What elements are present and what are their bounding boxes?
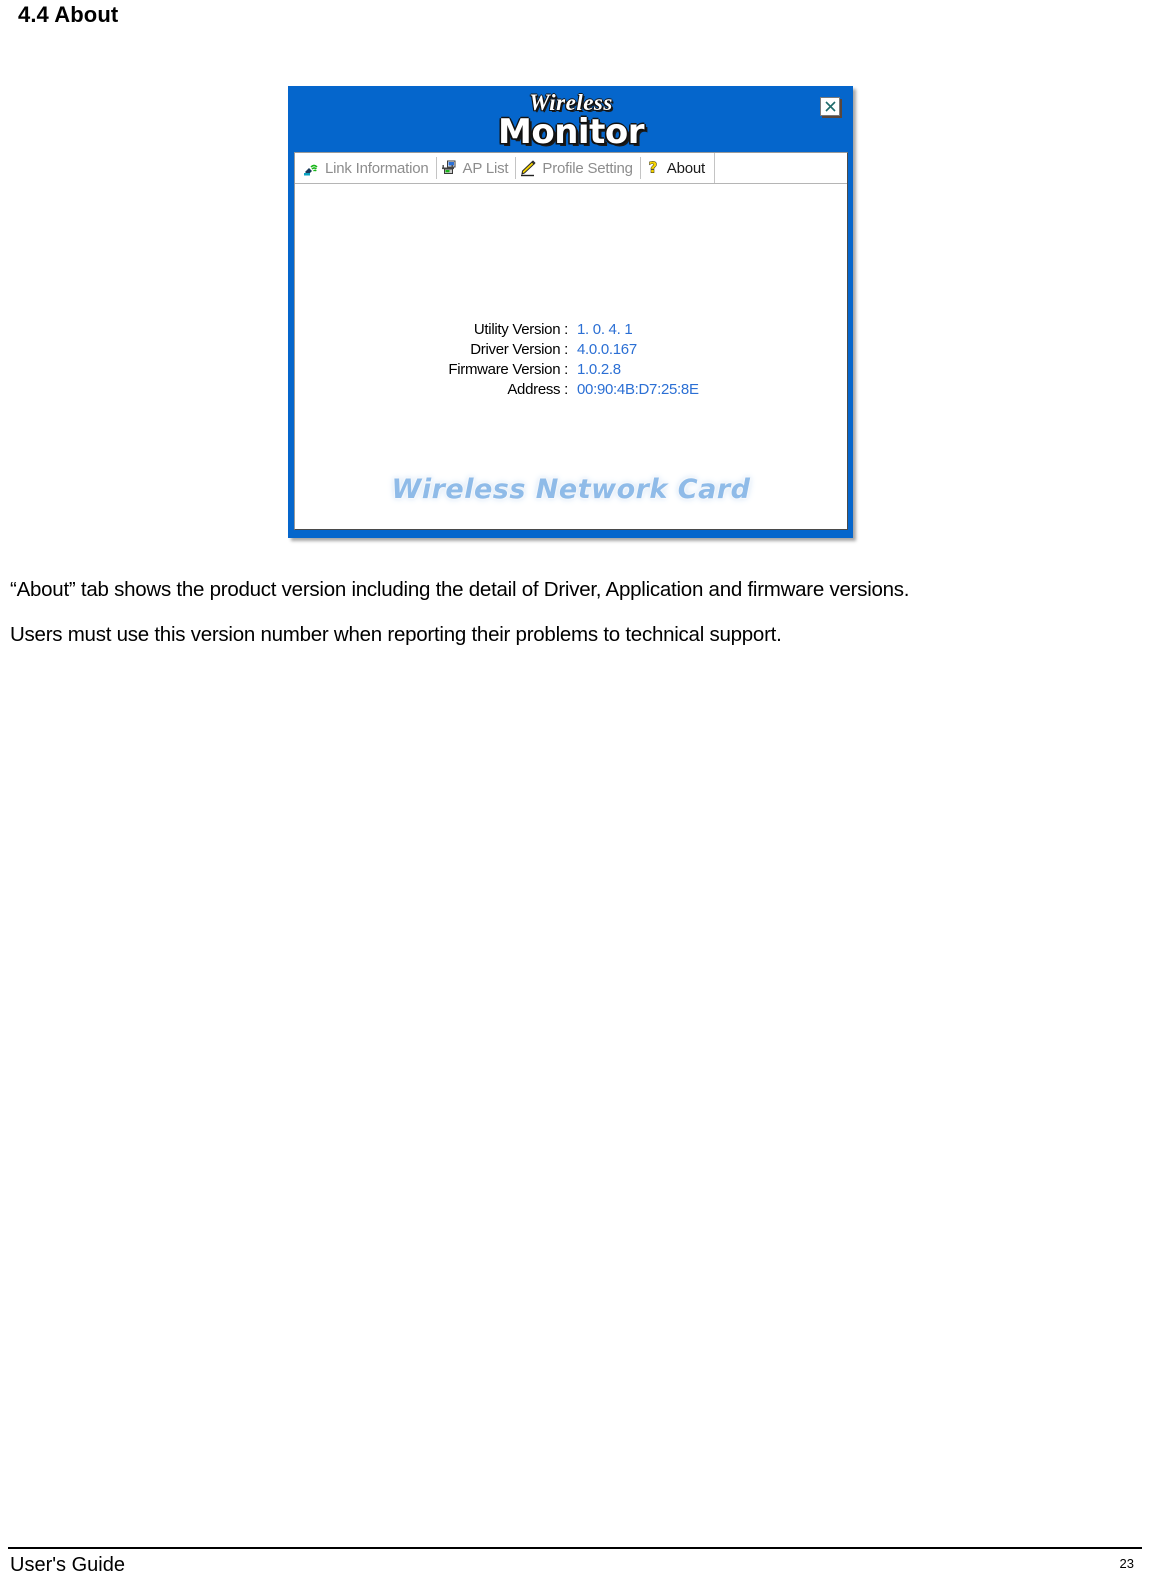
wireless-signal-icon xyxy=(304,164,318,176)
close-button[interactable] xyxy=(820,97,840,116)
svg-text:?: ? xyxy=(648,159,657,177)
tab-link-information[interactable]: Link Information xyxy=(298,153,436,183)
description-paragraph-2: Users must use this version number when … xyxy=(10,623,782,646)
app-logo-line2: Monitor xyxy=(498,112,644,152)
tab-about[interactable]: ? About xyxy=(639,153,712,183)
tab-profile-setting[interactable]: Profile Setting xyxy=(515,153,639,183)
about-info-table: Utility Version : 1. 0. 4. 1 Driver Vers… xyxy=(295,321,847,398)
firmware-version-value: 1.0.2.8 xyxy=(577,361,621,378)
pencil-profile-icon xyxy=(521,160,536,177)
page-number: 23 xyxy=(1119,1556,1134,1571)
wireless-monitor-window: Wireless Monitor Link Information AP Lis… xyxy=(288,86,853,538)
footer-label: User's Guide xyxy=(10,1554,125,1576)
address-value: 00:90:4B:D7:25:8E xyxy=(577,381,699,398)
driver-version-value: 4.0.0.167 xyxy=(577,341,637,358)
window-client-area: Link Information AP List Profile Setting… xyxy=(294,152,848,530)
tab-ap-list[interactable]: AP List xyxy=(435,153,516,183)
description-paragraph-1: “About” tab shows the product version in… xyxy=(10,578,910,601)
window-titlebar: Wireless Monitor xyxy=(294,90,848,152)
page-title: 4.4 About xyxy=(18,2,119,27)
info-row-driver-version: Driver Version : 4.0.0.167 xyxy=(295,341,847,358)
info-row-firmware-version: Firmware Version : 1.0.2.8 xyxy=(295,361,847,378)
tab-profile-setting-label: Profile Setting xyxy=(542,159,633,177)
access-point-icon xyxy=(441,160,456,174)
app-logo: Wireless Monitor xyxy=(294,90,848,149)
tab-strip-filler xyxy=(713,153,847,183)
firmware-version-label: Firmware Version : xyxy=(448,361,568,378)
footer-divider xyxy=(8,1547,1142,1549)
utility-version-label: Utility Version : xyxy=(473,321,568,338)
info-row-address: Address : 00:90:4B:D7:25:8E xyxy=(295,381,847,398)
brand-text: Wireless Network Card xyxy=(391,474,751,505)
utility-version-value: 1. 0. 4. 1 xyxy=(577,321,633,338)
tab-link-information-label: Link Information xyxy=(325,159,429,177)
driver-version-label: Driver Version : xyxy=(470,341,568,358)
address-label: Address : xyxy=(507,381,568,398)
question-mark-icon: ? xyxy=(648,159,658,177)
tab-strip: Link Information AP List Profile Setting… xyxy=(295,153,847,184)
app-logo-line1: Wireless xyxy=(529,90,613,115)
tab-ap-list-label: AP List xyxy=(462,159,509,177)
tab-about-label: About xyxy=(666,159,705,177)
close-icon xyxy=(824,101,836,112)
info-row-utility-version: Utility Version : 1. 0. 4. 1 xyxy=(295,321,847,338)
